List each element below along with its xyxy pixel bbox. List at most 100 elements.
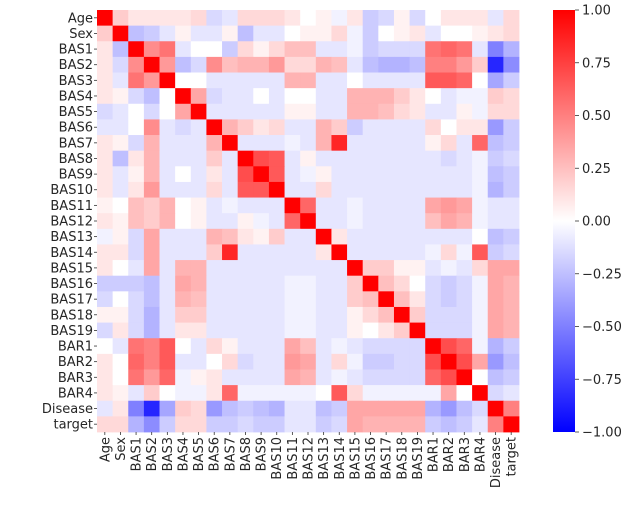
heatmap-cell-BAS5-BAS8 (237, 103, 254, 120)
heatmap-cell-Sex-BAS16 (362, 25, 379, 42)
heatmap-cell-BAS2-Sex (112, 56, 129, 73)
heatmap-cell-BAS8-BAS18 (393, 150, 410, 167)
heatmap-cell-BAS7-BAS2 (143, 135, 160, 152)
heatmap-cell-Age-Disease (487, 10, 504, 27)
colorbar-tick-label: −0.75 (582, 373, 622, 388)
heatmap-cell-BAS1-BAS9 (253, 41, 270, 58)
heatmap-cell-BAR2-BAS16 (362, 353, 379, 370)
x-tick-label: BAS10 (270, 437, 285, 480)
heatmap-cell-BAR4-BAS19 (409, 385, 426, 402)
heatmap-cell-BAR3-BAS16 (362, 369, 379, 386)
heatmap-cell-BAS2-BAS9 (253, 56, 270, 73)
heatmap-cell-BAR2-BAR2 (440, 353, 457, 370)
heatmap-cell-BAR1-BAR3 (456, 338, 473, 355)
heatmap-cell-BAS4-BAS14 (331, 88, 348, 105)
heatmap-cell-BAS15-BAS11 (284, 260, 301, 277)
heatmap-cell-BAS13-Disease (487, 228, 504, 245)
heatmap-cell-BAS19-BAS5 (190, 322, 207, 339)
heatmap-cell-Age-BAS6 (206, 10, 223, 27)
heatmap-cell-BAS19-BAS7 (222, 322, 239, 339)
heatmap-cell-BAS14-Age (97, 244, 114, 261)
heatmap-cell-BAS14-Sex (112, 244, 129, 261)
heatmap-cell-BAS7-BAS16 (362, 135, 379, 152)
heatmap-cell-BAS13-BAS13 (315, 228, 332, 245)
heatmap-cell-Sex-BAS1 (128, 25, 145, 42)
heatmap-cell-BAS14-BAS3 (159, 244, 176, 261)
heatmap-cell-Age-BAS16 (362, 10, 379, 27)
heatmap-cell-BAS3-BAS11 (284, 72, 301, 89)
y-tick-label: BAS7 (59, 136, 93, 151)
heatmap-cell-target-BAS16 (362, 416, 379, 433)
heatmap-cell-BAS17-BAR3 (456, 291, 473, 308)
heatmap-cell-BAS7-Age (97, 135, 114, 152)
heatmap-cell-BAS3-Sex (112, 72, 129, 89)
heatmap-cell-BAS7-BAS10 (268, 135, 285, 152)
heatmap-cell-BAS17-BAS14 (331, 291, 348, 308)
heatmap-cell-BAS7-target (503, 135, 520, 152)
colorbar-tick-label: 0.25 (582, 162, 611, 177)
heatmap-cell-BAS3-Disease (487, 72, 504, 89)
heatmap-cell-BAS12-Disease (487, 213, 504, 230)
heatmap-cell-Age-BAS7 (222, 10, 239, 27)
heatmap-cell-BAS12-BAS5 (190, 213, 207, 230)
heatmap-cell-BAS11-Sex (112, 197, 129, 214)
heatmap-cell-BAS14-BAR4 (472, 244, 489, 261)
heatmap-cell-BAS16-BAS7 (222, 275, 239, 292)
heatmap-cell-BAS5-BAS12 (300, 103, 317, 120)
heatmap-cell-BAS2-Disease (487, 56, 504, 73)
y-tick-label: BAS14 (50, 246, 93, 261)
heatmap-cell-BAS4-BAS4 (175, 88, 192, 105)
heatmap-cell-BAS6-Age (97, 119, 114, 136)
heatmap-cell-BAS10-BAR4 (472, 181, 489, 198)
heatmap-cell-BAS18-BAS14 (331, 306, 348, 323)
heatmap-cell-BAS19-BAS9 (253, 322, 270, 339)
heatmap-cell-BAS13-Age (97, 228, 114, 245)
heatmap-cell-BAS6-BAS7 (222, 119, 239, 136)
heatmap-cell-Disease-BAS12 (300, 400, 317, 417)
heatmap-cell-BAS5-BAR3 (456, 103, 473, 120)
heatmap-cell-BAS12-BAS8 (237, 213, 254, 230)
heatmap-cell-BAS4-BAS7 (222, 88, 239, 105)
heatmap-cell-BAR3-BAS19 (409, 369, 426, 386)
heatmap-cell-BAS10-BAS17 (378, 181, 395, 198)
heatmap-cell-target-BAR2 (440, 416, 457, 433)
heatmap-cell-BAS9-BAS9 (253, 166, 270, 183)
heatmap-cell-BAS18-BAR2 (440, 306, 457, 323)
heatmap-cell-BAS1-BAR4 (472, 41, 489, 58)
heatmap-cell-BAS12-BAS2 (143, 213, 160, 230)
heatmap-cell-BAS5-BAS10 (268, 103, 285, 120)
heatmap-cell-Age-BAS19 (409, 10, 426, 27)
heatmap-cell-BAS14-target (503, 244, 520, 261)
heatmap-cell-BAS4-BAS5 (190, 88, 207, 105)
heatmap-cell-BAS10-BAS10 (268, 181, 285, 198)
y-tick-label: BAS5 (59, 105, 93, 120)
heatmap-cell-Age-BAR1 (425, 10, 442, 27)
heatmap-cell-Sex-BAS12 (300, 25, 317, 42)
heatmap-cell-BAR3-Sex (112, 369, 129, 386)
y-tick-label: BAS6 (59, 121, 93, 136)
heatmap-cell-BAS11-Age (97, 197, 114, 214)
heatmap-cell-BAS11-BAS14 (331, 197, 348, 214)
y-tick-label: target (53, 418, 93, 433)
heatmap-cell-BAS11-BAR2 (440, 197, 457, 214)
heatmap-cell-BAS6-BAS5 (190, 119, 207, 136)
heatmap-cell-BAS11-BAS18 (393, 197, 410, 214)
heatmap-cell-BAS13-BAS18 (393, 228, 410, 245)
heatmap-cell-BAS10-BAR1 (425, 181, 442, 198)
heatmap-cell-BAS4-BAR3 (456, 88, 473, 105)
heatmap-cell-BAS16-BAS5 (190, 275, 207, 292)
heatmap-cell-BAS1-BAS8 (237, 41, 254, 58)
colorbar-tick-label: 0.50 (582, 109, 611, 124)
heatmap-cell-Disease-BAS6 (206, 400, 223, 417)
heatmap-cell-BAS10-Sex (112, 181, 129, 198)
heatmap-cell-BAS6-BAS9 (253, 119, 270, 136)
heatmap-cell-target-BAS9 (253, 416, 270, 433)
heatmap-cell-BAS7-BAS19 (409, 135, 426, 152)
heatmap-cell-BAR1-BAS14 (331, 338, 348, 355)
heatmap-cell-BAS10-BAS1 (128, 181, 145, 198)
heatmap-cell-BAS9-BAS12 (300, 166, 317, 183)
heatmap-cell-BAS16-BAS11 (284, 275, 301, 292)
heatmap-cell-BAS8-BAS8 (237, 150, 254, 167)
heatmap-cell-BAS14-BAS14 (331, 244, 348, 261)
heatmap-cell-BAS15-Age (97, 260, 114, 277)
